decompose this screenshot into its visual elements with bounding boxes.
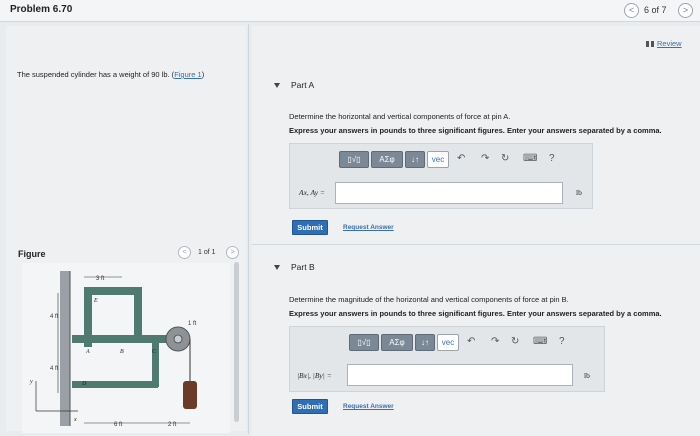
arrows-button[interactable]: ↓↑ — [405, 151, 425, 168]
top-bar: Problem 6.70 < 6 of 7 > — [0, 0, 700, 22]
prev-figure-button[interactable]: < — [178, 246, 191, 259]
parts-separator — [252, 244, 700, 245]
figure-diagram: 3 ft 4 ft 4 ft 1 ft E A B C D y x 6 ft 2… — [22, 263, 230, 433]
suspended-cylinder — [183, 381, 197, 409]
greek-button[interactable]: ΑΣφ — [381, 334, 413, 351]
figure-pager: < 1 of 1 > — [176, 246, 242, 260]
part-b-question: Determine the magnitude of the horizonta… — [289, 295, 569, 304]
help-icon[interactable]: ? — [549, 152, 555, 166]
figure-count: 1 of 1 — [198, 249, 216, 256]
dim-left-top: 4 ft — [50, 314, 59, 320]
dim-left-bottom: 4 ft — [50, 366, 59, 372]
part-b-math-toolbar: ▯√▯ ΑΣφ ↓↑ vec ↶ ↷ ↻ ⌨ ? — [349, 334, 579, 352]
arrows-button[interactable]: ↓↑ — [415, 334, 435, 351]
collapse-caret-icon — [274, 265, 280, 271]
figure-label: Figure — [18, 249, 46, 259]
next-problem-button[interactable]: > — [678, 3, 693, 18]
part-a-instructions: Express your answers in pounds to three … — [289, 126, 662, 135]
part-a-question: Determine the horizontal and vertical co… — [289, 112, 511, 121]
statement-text: The suspended cylinder has a weight of 9… — [17, 70, 175, 79]
part-b-unit: lb — [584, 371, 590, 380]
part-b-submit-button[interactable]: Submit — [292, 399, 328, 414]
part-b-variable-label: |Bx|, |By| = — [297, 371, 332, 380]
panel-divider — [248, 24, 249, 434]
redo-icon[interactable]: ↷ — [491, 335, 499, 349]
collapse-caret-icon — [274, 83, 280, 89]
dim-bottom-left: 6 ft — [114, 422, 123, 428]
part-b-header[interactable]: Part B — [274, 262, 315, 272]
keyboard-icon[interactable]: ⌨ — [523, 152, 537, 166]
problem-count: 6 of 7 — [644, 5, 667, 15]
reset-icon[interactable]: ↻ — [511, 335, 519, 349]
part-a-header[interactable]: Part A — [274, 80, 314, 90]
part-a-unit: lb — [576, 188, 582, 197]
keyboard-icon[interactable]: ⌨ — [533, 335, 547, 349]
figure-scrollbar[interactable] — [234, 262, 239, 422]
help-icon[interactable]: ? — [559, 335, 565, 349]
part-b-answer-input[interactable] — [347, 364, 573, 386]
part-a-submit-button[interactable]: Submit — [292, 220, 328, 235]
problem-title: Problem 6.70 — [10, 4, 73, 15]
axis-x: x — [73, 417, 77, 423]
part-a-request-answer-link[interactable]: Request Answer — [343, 224, 394, 231]
frame-pulley-diagram: 3 ft 4 ft 4 ft 1 ft E A B C D y x 6 ft 2… — [29, 271, 197, 428]
part-b-instructions: Express your answers in pounds to three … — [289, 309, 662, 318]
dim-bottom-right: 2 ft — [168, 422, 177, 428]
part-a-answer-input[interactable] — [335, 182, 563, 204]
dim-top-width: 3 ft — [96, 276, 105, 282]
member-top — [84, 287, 140, 295]
part-a-variable-label: Ax, Ay = — [299, 188, 325, 197]
axis-y: y — [29, 379, 33, 385]
undo-icon[interactable]: ↶ — [467, 335, 475, 349]
member-bottom-right — [152, 341, 159, 387]
templates-button[interactable]: ▯√▯ — [339, 151, 369, 168]
dim-pulley-radius: 1 ft — [188, 321, 197, 327]
label-D: D — [81, 381, 87, 387]
label-E: E — [93, 298, 98, 304]
greek-button[interactable]: ΑΣφ — [371, 151, 403, 168]
review-icon — [646, 41, 654, 48]
templates-button[interactable]: ▯√▯ — [349, 334, 379, 351]
problem-pager: < 6 of 7 > — [620, 3, 696, 19]
part-a-math-toolbar: ▯√▯ ΑΣφ ↓↑ vec ↶ ↷ ↻ ⌨ ? — [339, 151, 569, 169]
undo-icon[interactable]: ↶ — [457, 152, 465, 166]
review-link[interactable]: Review — [646, 39, 682, 48]
figure-link[interactable]: Figure 1 — [174, 70, 202, 79]
reset-icon[interactable]: ↻ — [501, 152, 509, 166]
label-B: B — [120, 349, 124, 355]
redo-icon[interactable]: ↷ — [481, 152, 489, 166]
prev-problem-button[interactable]: < — [624, 3, 639, 18]
problem-statement: The suspended cylinder has a weight of 9… — [17, 70, 204, 79]
statement-suffix: ) — [201, 70, 205, 79]
member-ABC — [72, 335, 180, 343]
vec-button[interactable]: vec — [437, 334, 459, 351]
vec-button[interactable]: vec — [427, 151, 449, 168]
part-b-request-answer-link[interactable]: Request Answer — [343, 403, 394, 410]
next-figure-button[interactable]: > — [226, 246, 239, 259]
label-A: A — [85, 349, 90, 355]
wall-support — [60, 271, 70, 426]
member-right — [134, 287, 142, 343]
